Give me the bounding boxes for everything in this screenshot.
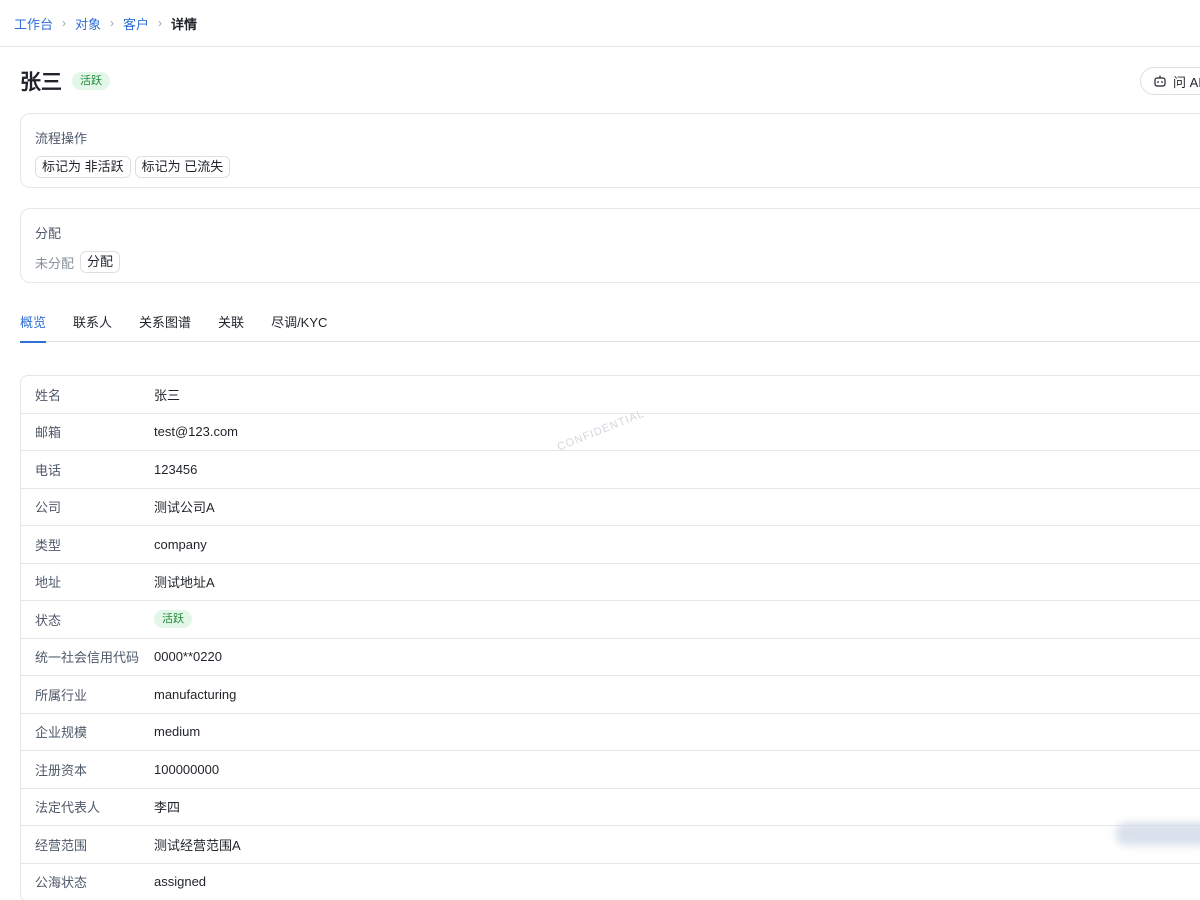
- field-label: 邮箱: [35, 425, 62, 441]
- field-value: 100000000: [154, 761, 220, 777]
- tab-associations[interactable]: 关联: [218, 308, 244, 342]
- field-value: assigned: [154, 874, 207, 890]
- field-label: 公司: [35, 500, 62, 516]
- chevron-right-icon: ›: [110, 16, 115, 30]
- field-label: 所属行业: [35, 687, 88, 703]
- process-actions-card: 流程操作 标记为 非活跃 标记为 已流失: [20, 113, 1200, 188]
- status-badge: 活跃: [72, 72, 110, 90]
- robot-icon: [1153, 74, 1167, 88]
- tab-due-diligence-kyc[interactable]: 尽调/KYC: [271, 308, 327, 342]
- mark-churned-button[interactable]: 标记为 已流失: [134, 156, 231, 178]
- breadcrumb-objects[interactable]: 对象: [75, 14, 101, 33]
- table-row: 地址 测试地址A: [21, 564, 1200, 601]
- breadcrumb: 工作台 › 对象 › 客户 › 详情: [14, 14, 197, 33]
- page-title: 张三: [20, 71, 62, 94]
- mark-inactive-button[interactable]: 标记为 非活跃: [35, 156, 131, 178]
- field-label: 状态: [35, 612, 62, 628]
- table-row: 状态 活跃: [21, 601, 1200, 639]
- table-row: 注册资本 100000000: [21, 751, 1200, 789]
- tab-overview[interactable]: 概览: [20, 308, 47, 343]
- assign-button[interactable]: 分配: [80, 251, 121, 273]
- assignment-status: 未分配: [35, 255, 75, 271]
- field-value: 张三: [154, 387, 181, 403]
- ask-ai-label: 问 AI: [1173, 74, 1200, 90]
- field-label: 经营范围: [35, 837, 88, 853]
- page-header: 张三 活跃: [20, 66, 110, 96]
- field-value: 测试经营范围A: [154, 837, 241, 853]
- field-label: 统一社会信用代码: [35, 650, 140, 666]
- field-value: test@123.com: [154, 424, 239, 440]
- table-row: 所属行业 manufacturing: [21, 676, 1200, 714]
- table-row: 公司 测试公司A: [21, 489, 1200, 526]
- field-label: 法定代表人: [35, 800, 101, 816]
- table-row: 姓名 张三: [21, 376, 1200, 414]
- field-value: medium: [154, 724, 201, 740]
- process-actions-title: 流程操作: [35, 131, 88, 146]
- tab-contacts[interactable]: 联系人: [73, 308, 112, 342]
- table-row: 法定代表人 李四: [21, 789, 1200, 826]
- field-label: 注册资本: [35, 762, 88, 778]
- table-row: 公海状态 assigned: [21, 864, 1200, 900]
- field-label: 电话: [35, 462, 62, 478]
- table-row: 经营范围 测试经营范围A: [21, 826, 1200, 864]
- field-value: 测试地址A: [154, 575, 215, 591]
- field-label: 类型: [35, 537, 62, 553]
- breadcrumb-customers[interactable]: 客户: [123, 14, 149, 33]
- field-label: 地址: [35, 575, 62, 591]
- field-value: 123456: [154, 461, 198, 477]
- breadcrumb-workbench[interactable]: 工作台: [14, 14, 53, 33]
- table-row: 类型 company: [21, 526, 1200, 564]
- floating-widget[interactable]: [1115, 822, 1200, 846]
- field-value: 测试公司A: [154, 500, 215, 516]
- status-badge: 活跃: [154, 610, 192, 629]
- breadcrumb-current: 详情: [171, 16, 198, 32]
- field-label: 公海状态: [35, 875, 88, 891]
- field-label: 企业规模: [35, 725, 88, 741]
- detail-tabs: 概览 联系人 关系图谱 关联 尽调/KYC: [20, 308, 1200, 343]
- table-row: 电话 123456: [21, 451, 1200, 489]
- field-value: company: [154, 536, 207, 552]
- ask-ai-button[interactable]: 问 AI: [1140, 67, 1200, 95]
- table-row: 统一社会信用代码 0000**0220: [21, 639, 1200, 676]
- field-label: 姓名: [35, 387, 62, 403]
- field-value: 李四: [154, 800, 181, 816]
- assignment-title: 分配: [35, 226, 62, 241]
- top-bar: 工作台 › 对象 › 客户 › 详情: [0, 0, 1200, 47]
- assignment-card: 分配 未分配 分配: [20, 208, 1200, 283]
- table-row: 企业规模 medium: [21, 714, 1200, 751]
- detail-table: 姓名 张三 邮箱 test@123.com 电话 123456 公司 测试公司A…: [20, 375, 1200, 900]
- field-value: 0000**0220: [154, 649, 222, 665]
- tab-relationship-graph[interactable]: 关系图谱: [139, 308, 191, 342]
- field-value: manufacturing: [154, 686, 237, 702]
- chevron-right-icon: ›: [62, 16, 67, 30]
- chevron-right-icon: ›: [158, 16, 163, 30]
